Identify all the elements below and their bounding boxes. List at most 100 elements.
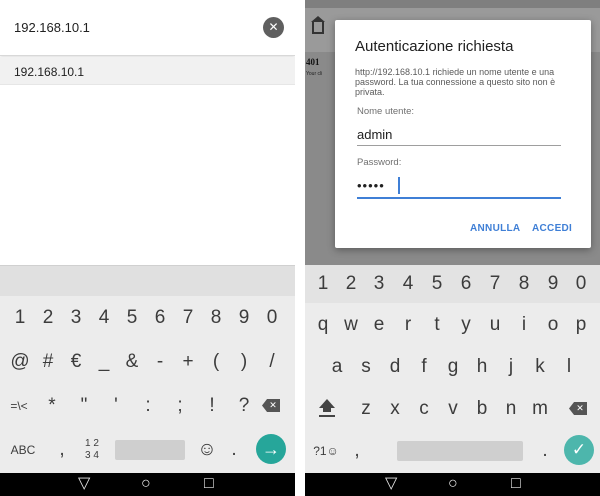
accedi-button[interactable]: ACCEDI <box>532 223 572 234</box>
key[interactable]: 2 <box>34 296 62 340</box>
backspace-icon[interactable]: ✕ <box>569 402 587 415</box>
key[interactable]: 6 <box>146 296 174 340</box>
key[interactable]: n <box>497 387 525 431</box>
auth-dialog: Autenticazione richiesta http://192.168.… <box>335 20 591 248</box>
clear-icon[interactable]: ✕ <box>263 17 284 38</box>
comma-key[interactable]: , <box>52 428 72 472</box>
go-arrow-icon[interactable]: → <box>256 434 286 464</box>
cancel-button[interactable]: ANNULLA <box>470 223 520 234</box>
key[interactable]: " <box>70 384 98 428</box>
key[interactable]: 5 <box>118 296 146 340</box>
nav-home-icon[interactable]: ○ <box>448 475 458 493</box>
numpad-key[interactable]: 1 2 3 4 <box>78 428 106 472</box>
key[interactable]: ! <box>198 384 226 428</box>
space-key[interactable] <box>115 440 185 460</box>
key[interactable]: 3 <box>365 265 393 303</box>
key[interactable]: 7 <box>174 296 202 340</box>
key[interactable]: u <box>481 303 509 347</box>
key[interactable]: q <box>309 303 337 347</box>
space-key[interactable] <box>397 441 523 461</box>
emoji-icon[interactable]: ☺ <box>196 428 218 472</box>
key[interactable]: ' <box>102 384 130 428</box>
nav-back-icon[interactable]: ▽ <box>78 475 90 493</box>
key[interactable]: 0 <box>567 265 595 303</box>
key[interactable]: # <box>34 340 62 384</box>
key[interactable]: 1 <box>6 296 34 340</box>
key[interactable]: & <box>118 340 146 384</box>
username-underline <box>357 145 561 146</box>
key[interactable]: 6 <box>452 265 480 303</box>
key[interactable]: m <box>526 387 554 431</box>
key[interactable]: h <box>468 345 496 389</box>
key[interactable]: _ <box>90 340 118 384</box>
key[interactable]: 3 <box>62 296 90 340</box>
key[interactable]: ( <box>202 340 230 384</box>
url-suggestion[interactable]: 192.168.10.1 <box>0 57 295 85</box>
key[interactable]: ) <box>230 340 258 384</box>
abc-key[interactable]: ABC <box>6 428 40 472</box>
key[interactable]: * <box>38 384 66 428</box>
key[interactable]: w <box>337 303 365 347</box>
period-key[interactable]: . <box>226 428 242 472</box>
key[interactable]: 4 <box>394 265 422 303</box>
key[interactable]: ? <box>230 384 258 428</box>
shift-icon[interactable] <box>319 399 335 419</box>
key[interactable]: l <box>555 345 583 389</box>
url-input[interactable]: 192.168.10.1 <box>14 20 90 35</box>
key[interactable]: 9 <box>230 296 258 340</box>
key[interactable]: 8 <box>202 296 230 340</box>
nav-recents-icon[interactable]: □ <box>511 475 521 493</box>
system-nav-bar: ▽ ○ □ <box>0 473 295 496</box>
key[interactable]: r <box>394 303 422 347</box>
key[interactable]: d <box>381 345 409 389</box>
key[interactable]: y <box>452 303 480 347</box>
period-key[interactable]: . <box>537 429 553 473</box>
key[interactable]: j <box>497 345 525 389</box>
key[interactable]: + <box>174 340 202 384</box>
key[interactable]: 9 <box>539 265 567 303</box>
checkmark-icon[interactable]: ✓ <box>564 435 594 465</box>
key[interactable]: =\< <box>4 384 34 428</box>
home-icon[interactable] <box>311 16 325 34</box>
key[interactable]: z <box>352 387 380 431</box>
key[interactable]: a <box>323 345 351 389</box>
key[interactable]: b <box>468 387 496 431</box>
key[interactable]: 4 <box>90 296 118 340</box>
key[interactable]: k <box>526 345 554 389</box>
error-code: 401 <box>306 57 320 67</box>
key[interactable]: s <box>352 345 380 389</box>
qwerty-keyboard: 1 2 3 4 5 6 7 8 9 0 q w e r t y u i o p … <box>305 265 600 473</box>
key[interactable]: c <box>410 387 438 431</box>
symbols-key[interactable]: ?1☺ <box>309 429 343 473</box>
username-label: Nome utente: <box>357 106 415 117</box>
key[interactable]: t <box>423 303 451 347</box>
key[interactable]: p <box>567 303 595 347</box>
nav-recents-icon[interactable]: □ <box>204 475 214 493</box>
key[interactable]: e <box>365 303 393 347</box>
key[interactable]: 0 <box>258 296 286 340</box>
key[interactable]: @ <box>6 340 34 384</box>
key[interactable]: 8 <box>510 265 538 303</box>
keyboard-symbol-row-2: =\< * " ' : ; ! ? ✕ <box>0 384 295 428</box>
key[interactable]: v <box>439 387 467 431</box>
key[interactable]: 5 <box>423 265 451 303</box>
key[interactable]: : <box>134 384 162 428</box>
nav-home-icon[interactable]: ○ <box>141 475 151 493</box>
password-field[interactable]: ••••• <box>357 178 385 193</box>
key[interactable]: 2 <box>337 265 365 303</box>
key[interactable]: o <box>539 303 567 347</box>
key[interactable]: ; <box>166 384 194 428</box>
key[interactable]: x <box>381 387 409 431</box>
key[interactable]: 7 <box>481 265 509 303</box>
key[interactable]: 1 <box>309 265 337 303</box>
comma-key[interactable]: , <box>347 429 367 473</box>
key[interactable]: - <box>146 340 174 384</box>
key[interactable]: € <box>62 340 90 384</box>
nav-back-icon[interactable]: ▽ <box>385 475 397 493</box>
key[interactable]: g <box>439 345 467 389</box>
username-field[interactable]: admin <box>357 127 392 142</box>
key[interactable]: i <box>510 303 538 347</box>
backspace-icon[interactable]: ✕ <box>262 399 280 412</box>
key[interactable]: f <box>410 345 438 389</box>
key[interactable]: / <box>258 340 286 384</box>
